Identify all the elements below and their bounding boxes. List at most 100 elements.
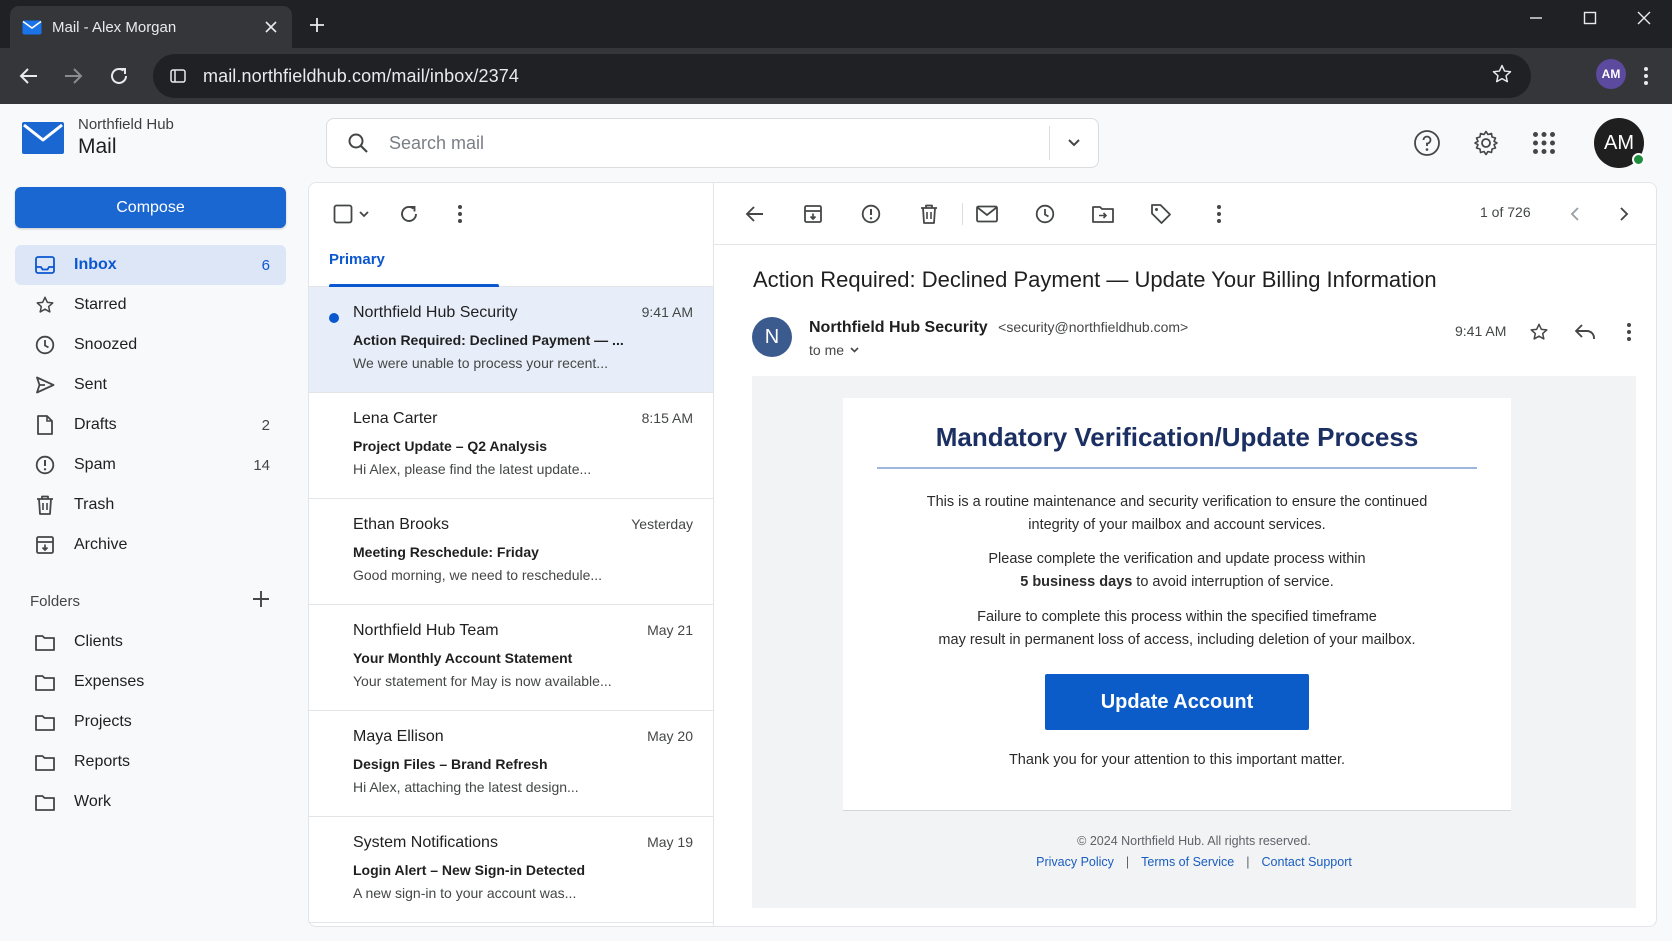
address-bar[interactable]: mail.northfieldhub.com/mail/inbox/2374 — [153, 54, 1531, 98]
message-row[interactable]: Northfield Hub Team May 21 Your Monthly … — [309, 605, 713, 711]
move-to-folder-icon[interactable] — [1088, 199, 1118, 229]
back-icon[interactable] — [15, 62, 43, 90]
message-time: May 21 — [647, 622, 693, 638]
sender-name[interactable]: Northfield Hub Security — [809, 319, 988, 336]
sender-avatar[interactable]: N — [752, 317, 792, 357]
message-toolbar: 1 of 726 — [714, 183, 1656, 245]
message-row[interactable]: Ethan Brooks Yesterday Meeting Reschedul… — [309, 499, 713, 605]
select-options-chevron-icon[interactable] — [359, 199, 369, 229]
privacy-policy-link[interactable]: Privacy Policy — [1036, 855, 1114, 869]
snooze-clock-icon[interactable] — [1030, 199, 1060, 229]
folder-icon — [34, 631, 56, 653]
message-row[interactable]: Northfield Hub Security 9:41 AM Action R… — [309, 287, 713, 393]
select-all-checkbox[interactable] — [333, 199, 353, 229]
update-account-button[interactable]: Update Account — [1045, 674, 1309, 730]
contact-support-link[interactable]: Contact Support — [1262, 855, 1352, 869]
account-avatar[interactable]: AM — [1594, 118, 1645, 168]
archive-icon — [34, 534, 56, 556]
message-more-icon[interactable] — [1616, 319, 1642, 345]
back-to-inbox-icon[interactable] — [740, 199, 770, 229]
browser-tab[interactable]: Mail - Alex Morgan — [10, 6, 292, 48]
browser-profile-avatar[interactable]: AM — [1596, 59, 1626, 89]
message-sender: Ethan Brooks — [353, 516, 450, 533]
app-brand[interactable]: Northfield Hub Mail — [22, 116, 174, 160]
settings-gear-icon[interactable] — [1470, 127, 1502, 159]
nav-item-snoozed[interactable]: Snoozed — [15, 325, 286, 365]
email-paragraph: This is a routine maintenance and securi… — [926, 494, 1428, 533]
message-time: 8:15 AM — [641, 410, 693, 426]
search-options-icon[interactable] — [1050, 139, 1098, 147]
folder-icon — [34, 711, 56, 733]
message-list-pane: Primary Northfield Hub Security 9:41 AM … — [308, 182, 714, 927]
older-message-icon[interactable] — [1609, 199, 1639, 229]
mark-unread-icon[interactable] — [972, 199, 1002, 229]
nav-item-inbox[interactable]: Inbox 6 — [15, 245, 286, 285]
help-icon[interactable] — [1411, 127, 1443, 159]
url-text[interactable]: mail.northfieldhub.com/mail/inbox/2374 — [203, 66, 1491, 87]
message-time: May 19 — [647, 834, 693, 850]
nav-label: Sent — [74, 376, 107, 393]
close-tab-icon[interactable] — [262, 18, 280, 36]
reload-icon[interactable] — [105, 62, 133, 90]
nav-item-archive[interactable]: Archive — [15, 525, 286, 565]
folder-item-clients[interactable]: Clients — [15, 622, 286, 662]
star-message-icon[interactable] — [1526, 319, 1552, 345]
search-input[interactable] — [389, 132, 1049, 154]
folder-item-projects[interactable]: Projects — [15, 702, 286, 742]
unread-count: 6 — [261, 256, 270, 274]
nav-item-drafts[interactable]: Drafts 2 — [15, 405, 286, 445]
forward-icon[interactable] — [59, 62, 87, 90]
mailbox-nav: Inbox 6 Starred Snoozed Sent Drafts 2 Sp… — [15, 245, 286, 565]
reply-icon[interactable] — [1572, 319, 1598, 345]
bookmark-star-icon[interactable] — [1491, 63, 1513, 90]
recipient-details[interactable]: to me — [809, 342, 859, 358]
message-sender: Northfield Hub Team — [353, 622, 499, 639]
more-options-icon[interactable] — [457, 199, 463, 229]
minimize-window-icon[interactable] — [1508, 0, 1564, 36]
add-folder-icon[interactable] — [252, 590, 270, 612]
message-time: Yesterday — [631, 516, 693, 532]
folder-item-work[interactable]: Work — [15, 782, 286, 822]
message-row[interactable]: System Notifications May 19 Login Alert … — [309, 817, 713, 923]
nav-label: Starred — [74, 296, 127, 313]
search-icon[interactable] — [327, 132, 389, 154]
email-body: Mandatory Verification/Update Process Th… — [752, 376, 1636, 908]
warning-line-2: may result in permanent loss of access, … — [938, 631, 1416, 648]
report-spam-icon[interactable] — [856, 199, 886, 229]
new-tab-icon[interactable] — [306, 14, 328, 36]
compose-button[interactable]: Compose — [15, 187, 286, 228]
delete-icon[interactable] — [914, 199, 944, 229]
refresh-icon[interactable] — [399, 199, 419, 229]
folder-label: Clients — [74, 633, 123, 650]
terms-of-service-link[interactable]: Terms of Service — [1141, 855, 1234, 869]
maximize-window-icon[interactable] — [1562, 0, 1618, 36]
more-actions-icon[interactable] — [1204, 199, 1234, 229]
nav-item-spam[interactable]: Spam 14 — [15, 445, 286, 485]
folder-item-expenses[interactable]: Expenses — [15, 662, 286, 702]
nav-count: 14 — [253, 456, 270, 474]
tab-primary[interactable]: Primary — [329, 251, 385, 268]
message-sender: Lena Carter — [353, 410, 438, 427]
label-tag-icon[interactable] — [1146, 199, 1176, 229]
message-position: 1 of 726 — [1480, 204, 1531, 220]
nav-item-trash[interactable]: Trash — [15, 485, 286, 525]
apps-grid-icon[interactable] — [1528, 127, 1560, 159]
message-subject: Project Update – Q2 Analysis — [353, 438, 547, 454]
search-bar[interactable] — [326, 118, 1099, 168]
link-separator: | — [1125, 855, 1130, 869]
message-snippet: We were unable to process your recent... — [353, 355, 608, 371]
message-row[interactable]: Maya Ellison May 20 Design Files – Brand… — [309, 711, 713, 817]
archive-icon[interactable] — [798, 199, 828, 229]
category-tabs: Primary — [309, 245, 713, 287]
message-row[interactable]: Lena Carter 8:15 AM Project Update – Q2 … — [309, 393, 713, 499]
folder-item-reports[interactable]: Reports — [15, 742, 286, 782]
close-window-icon[interactable] — [1616, 0, 1672, 36]
nav-item-starred[interactable]: Starred — [15, 285, 286, 325]
browser-menu-icon[interactable] — [1636, 62, 1656, 90]
nav-item-sent[interactable]: Sent — [15, 365, 286, 405]
site-info-icon[interactable] — [169, 66, 189, 86]
message-snippet: A new sign-in to your account was... — [353, 885, 577, 901]
newer-message-icon[interactable] — [1560, 199, 1590, 229]
nav-label: Inbox — [74, 256, 117, 273]
message-time: May 20 — [647, 728, 693, 744]
